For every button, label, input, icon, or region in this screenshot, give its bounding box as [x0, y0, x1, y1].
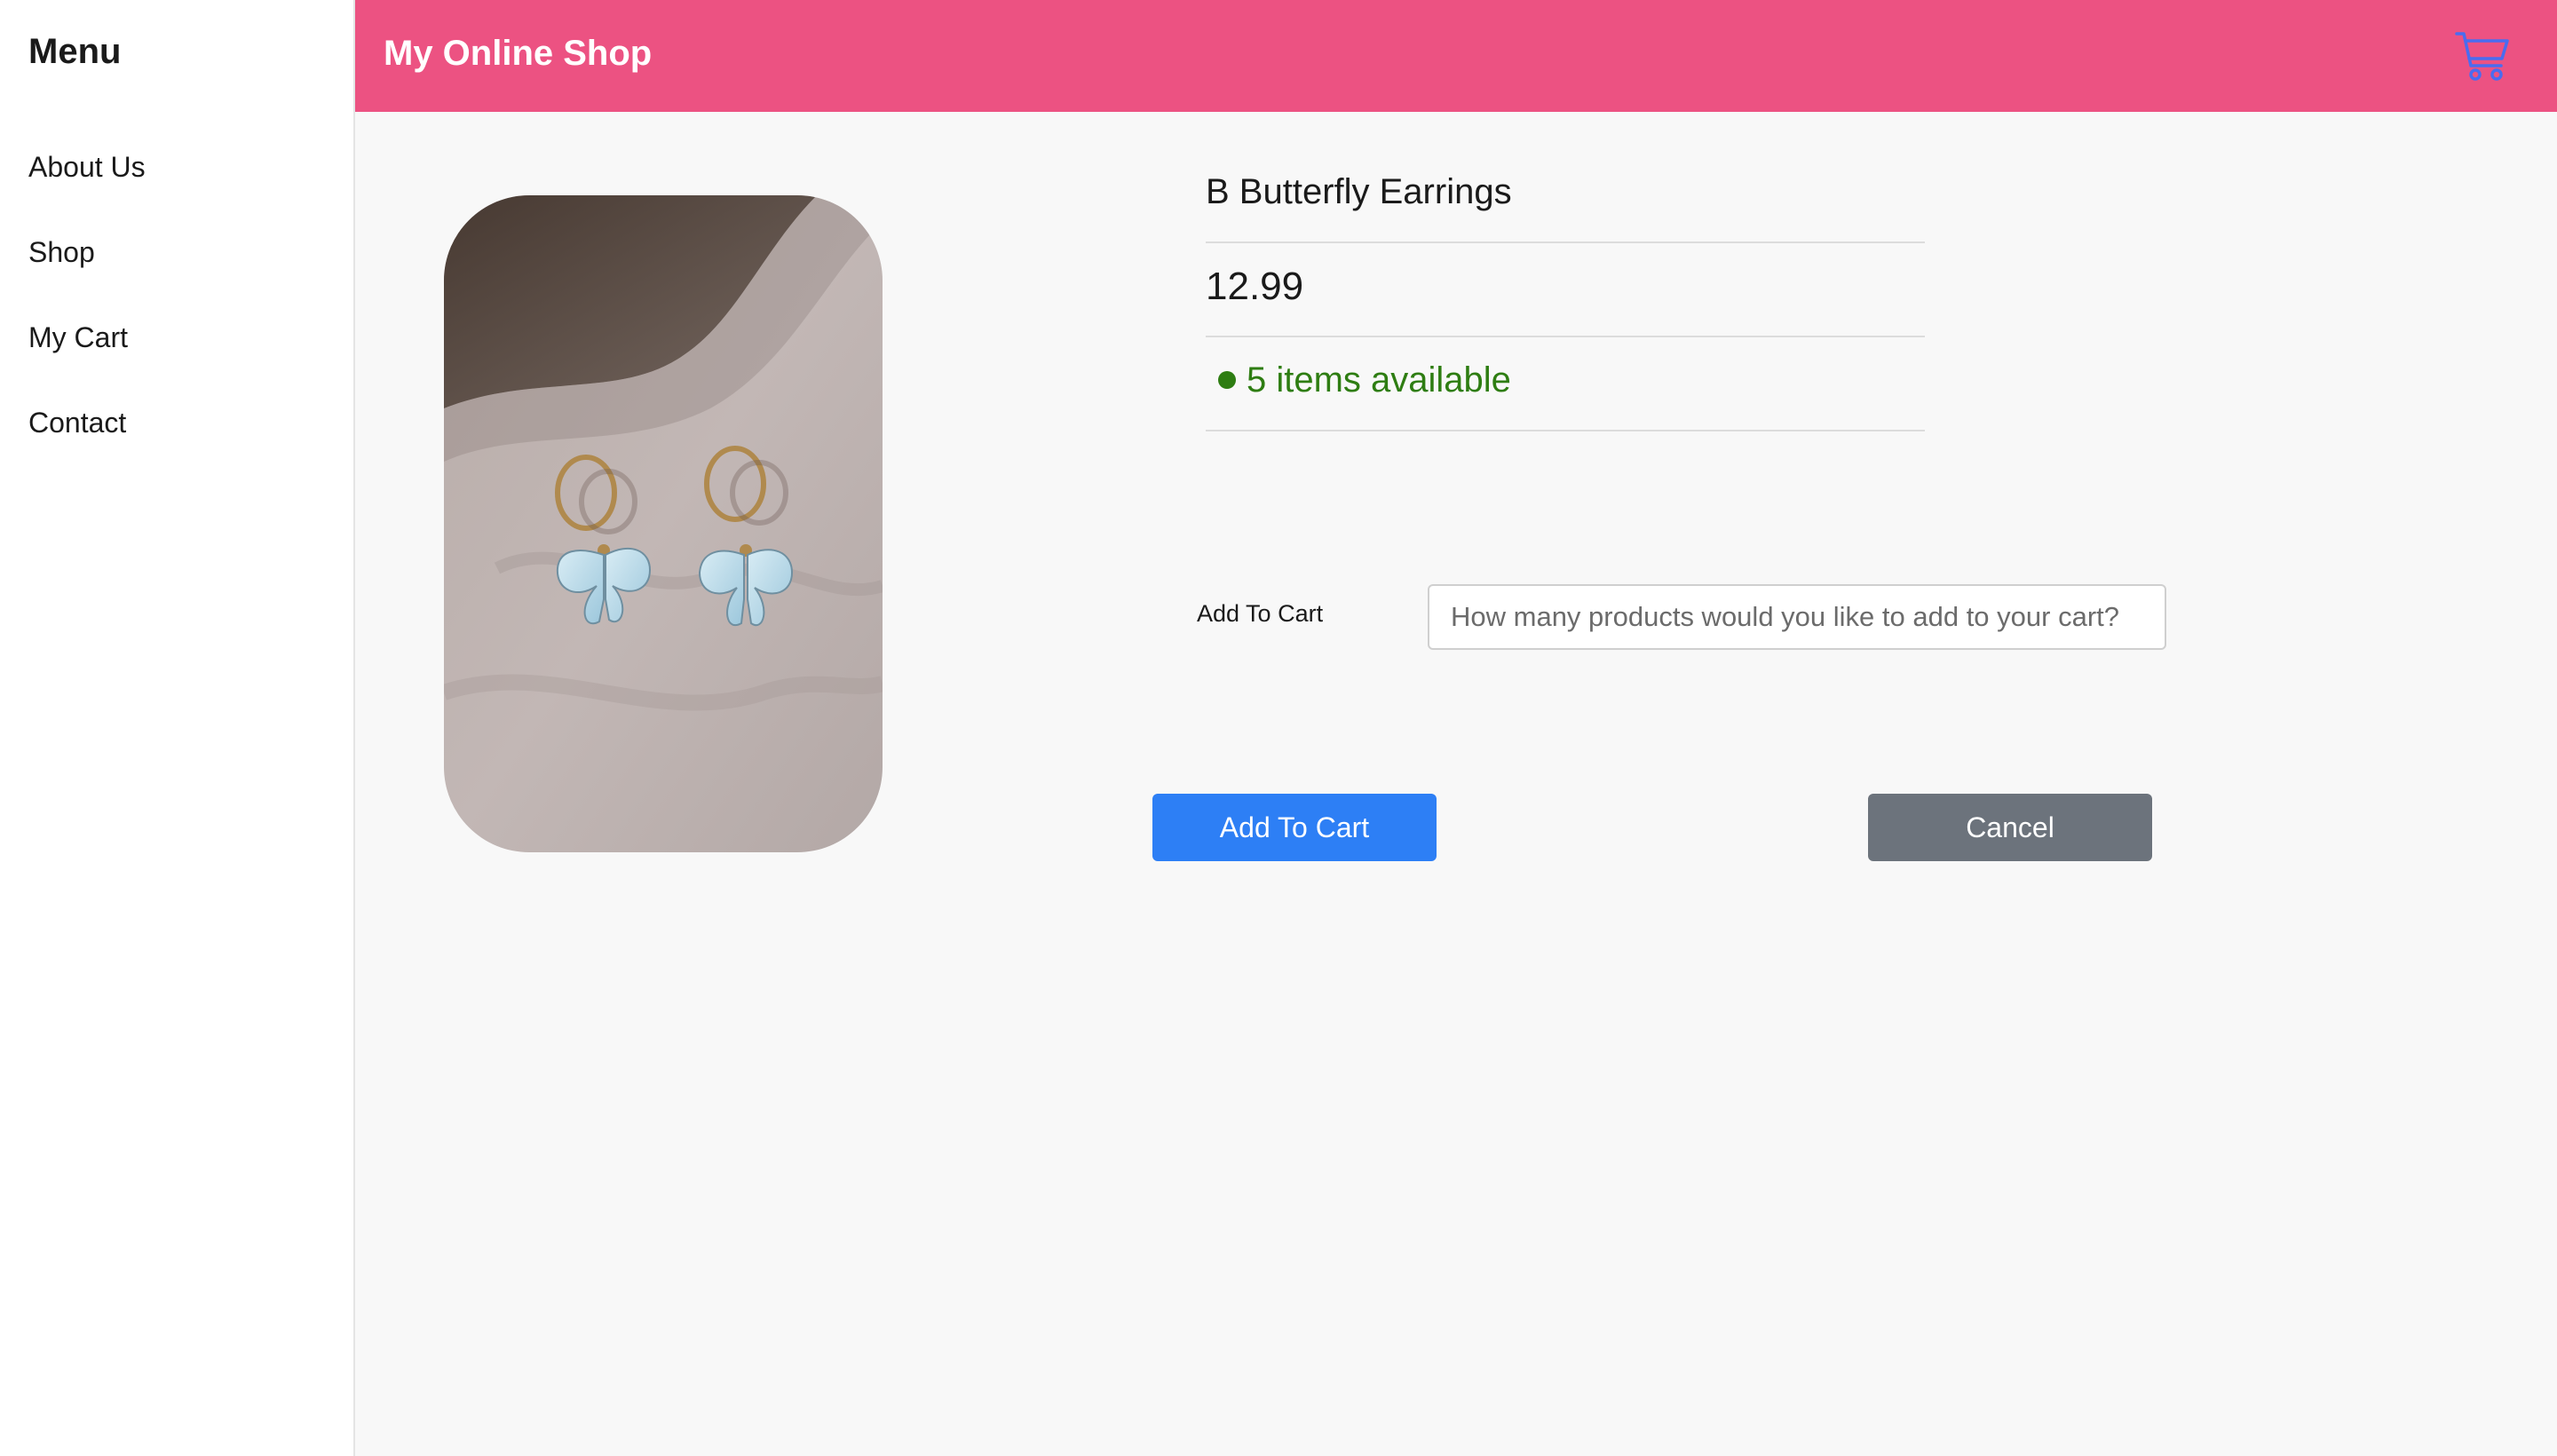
stock-text: 5 items available [1247, 360, 1511, 400]
sidebar-item-my-cart[interactable]: My Cart [28, 321, 128, 354]
sidebar-item-shop[interactable]: Shop [28, 236, 95, 269]
sidebar-item-contact[interactable]: Contact [28, 407, 126, 439]
divider [1206, 430, 1925, 431]
quantity-label: Add To Cart [1197, 600, 1324, 627]
stock-status: 5 items available [1206, 360, 1925, 400]
sidebar: Menu About Us Shop My Cart Contact [0, 0, 355, 1456]
divider [1206, 241, 1925, 243]
top-header: My Online Shop [355, 0, 2557, 112]
divider [1206, 336, 1925, 337]
quantity-input[interactable] [1428, 584, 2166, 650]
shopping-cart-icon[interactable] [2454, 28, 2511, 85]
stock-dot-icon [1218, 371, 1236, 390]
product-image [444, 195, 883, 852]
sidebar-item-about-us[interactable]: About Us [28, 151, 146, 184]
product-price: 12.99 [1206, 265, 1304, 308]
page-title: My Online Shop [384, 34, 653, 73]
sidebar-title: Menu [28, 32, 122, 71]
product-name: B Butterfly Earrings [1206, 172, 1512, 211]
add-to-cart-button[interactable]: Add To Cart [1152, 794, 1437, 861]
cancel-button[interactable]: Cancel [1868, 794, 2152, 861]
